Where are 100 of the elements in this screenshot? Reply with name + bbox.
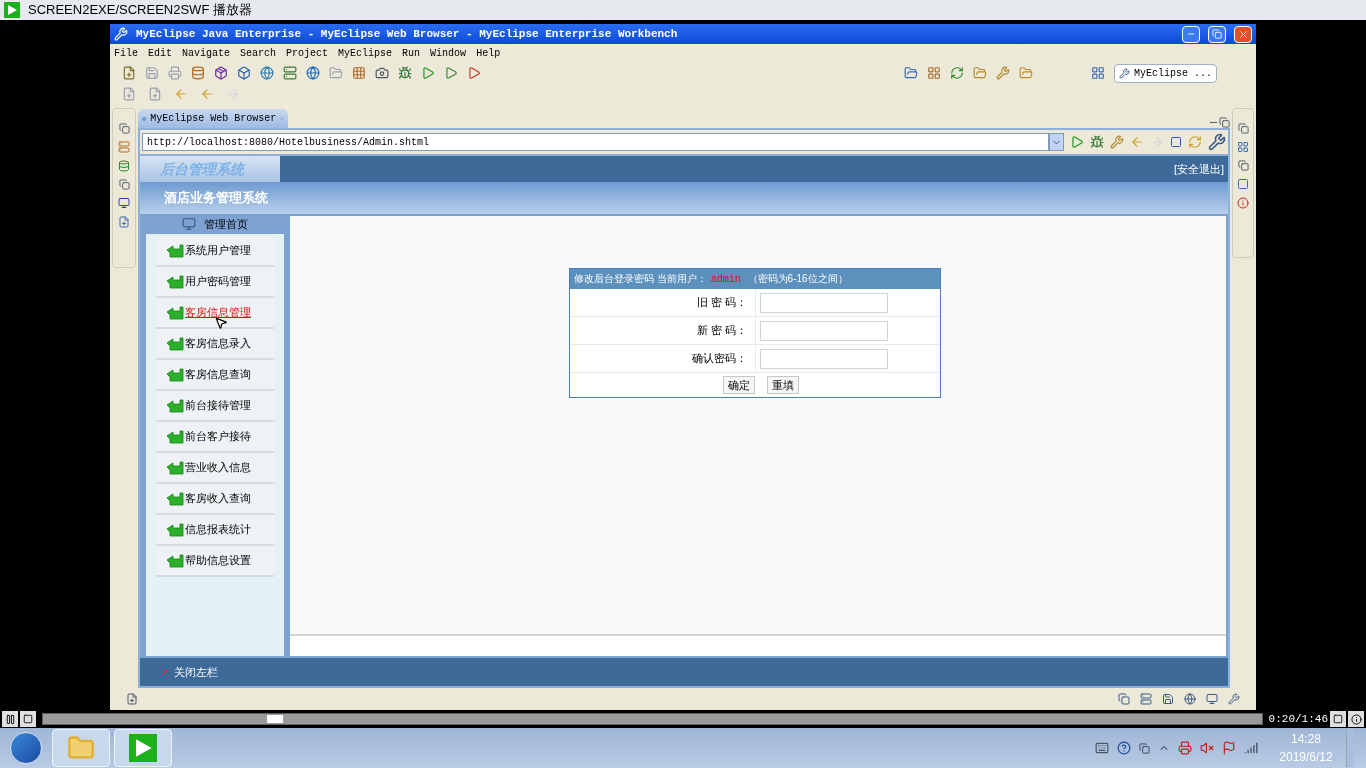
nav-item[interactable]: 系统用户管理: [156, 236, 274, 267]
monitor-icon[interactable]: [118, 197, 130, 209]
menu-item[interactable]: Help: [476, 45, 501, 61]
run-icon[interactable]: [421, 66, 435, 80]
menu-item[interactable]: Window: [430, 45, 467, 61]
menu-item[interactable]: Edit: [148, 45, 173, 61]
dropdown-button[interactable]: [1049, 133, 1064, 151]
maximize-icon[interactable]: [1219, 117, 1230, 128]
nav-item[interactable]: 前台客户接待: [156, 422, 274, 453]
nav-item[interactable]: 前台接待管理: [156, 391, 274, 422]
minimize-button[interactable]: [1182, 25, 1200, 43]
menu-item[interactable]: Run: [402, 45, 421, 61]
restore-icon[interactable]: [1118, 693, 1130, 705]
window-icon[interactable]: [1139, 742, 1150, 754]
file-icon[interactable]: [148, 87, 162, 101]
restore-icon[interactable]: [1237, 160, 1249, 171]
settings-icon[interactable]: [1208, 133, 1226, 151]
error-icon[interactable]: [1237, 197, 1249, 209]
refresh-icon[interactable]: [1188, 135, 1202, 149]
form-button[interactable]: 确定: [723, 376, 755, 394]
progress-thumb[interactable]: [266, 715, 283, 723]
grid-icon[interactable]: [927, 66, 941, 80]
new-file-icon[interactable]: [122, 66, 136, 80]
file-icon[interactable]: [118, 216, 130, 228]
menu-item[interactable]: Project: [286, 45, 329, 61]
address-field[interactable]: http://localhost:8080/Hotelbusiness/Admin.shtml: [142, 133, 1049, 151]
nav-item[interactable]: 客房信息录入: [156, 329, 274, 360]
menu-item[interactable]: Navigate: [182, 45, 231, 61]
info-button[interactable]: [1348, 711, 1364, 727]
tree-icon[interactable]: [118, 160, 130, 172]
hierarchy-icon[interactable]: [1140, 693, 1152, 705]
nav-item[interactable]: 用户密码管理: [156, 267, 274, 298]
back-icon[interactable]: [200, 87, 214, 101]
save-icon[interactable]: [1162, 693, 1174, 705]
logout-link[interactable]: [安全退出]: [1173, 160, 1224, 178]
go-icon[interactable]: [1070, 135, 1084, 149]
restore-icon[interactable]: [1237, 123, 1249, 134]
tool-icon[interactable]: [1228, 693, 1240, 705]
camera-icon[interactable]: [375, 66, 389, 80]
password-field[interactable]: [760, 348, 888, 369]
mute-icon[interactable]: [1200, 741, 1214, 755]
flag-icon[interactable]: [1222, 741, 1236, 755]
back-icon[interactable]: [1130, 135, 1144, 149]
refresh-icon[interactable]: [950, 66, 964, 80]
fullscreen-button[interactable]: [1330, 711, 1346, 727]
keyboard-icon[interactable]: [1095, 741, 1109, 755]
restore-icon[interactable]: [118, 179, 130, 190]
grid-icon[interactable]: [352, 66, 366, 80]
nav-item[interactable]: 客房信息管理: [156, 298, 274, 329]
print-icon[interactable]: [168, 66, 182, 80]
grid-icon[interactable]: [1091, 66, 1105, 80]
form-button[interactable]: 重填: [767, 376, 799, 394]
editor-tab[interactable]: MyEclipse Web Browser: [138, 109, 288, 128]
server-icon[interactable]: [283, 66, 297, 80]
wrench-icon[interactable]: [996, 66, 1010, 80]
bug-icon[interactable]: [398, 66, 412, 80]
run-icon[interactable]: [444, 66, 458, 80]
run-icon[interactable]: [467, 66, 481, 80]
nav-item[interactable]: 信息报表统计: [156, 515, 274, 546]
help-icon[interactable]: [1117, 741, 1131, 755]
file-icon[interactable]: [122, 87, 136, 101]
printer-icon[interactable]: [1178, 741, 1192, 755]
package-icon[interactable]: [214, 66, 228, 80]
nav-item[interactable]: 客房信息查询: [156, 360, 274, 391]
folder-icon[interactable]: [904, 66, 918, 80]
folder-icon[interactable]: [973, 66, 987, 80]
cube-icon[interactable]: [237, 66, 251, 80]
hierarchy-icon[interactable]: [118, 141, 130, 153]
nav-item[interactable]: 帮助信息设置: [156, 546, 274, 577]
stop-button[interactable]: [20, 711, 36, 727]
home-label[interactable]: 管理首页: [204, 215, 248, 233]
restore-icon[interactable]: [118, 123, 130, 134]
progress-track[interactable]: [42, 713, 1263, 725]
password-field[interactable]: [760, 292, 888, 313]
new-file-icon[interactable]: [126, 693, 138, 705]
nav-item[interactable]: 客房收入查询: [156, 484, 274, 515]
tool-icon[interactable]: [1110, 135, 1124, 149]
menu-item[interactable]: File: [114, 45, 138, 61]
pause-button[interactable]: [2, 711, 18, 727]
globe-icon[interactable]: [306, 66, 320, 80]
globe-icon[interactable]: [1184, 693, 1196, 705]
menu-item[interactable]: Search: [240, 45, 277, 61]
database-icon[interactable]: [191, 66, 205, 80]
password-field[interactable]: [760, 320, 888, 341]
folder-icon[interactable]: [1019, 66, 1033, 80]
monitor-icon[interactable]: [1206, 693, 1218, 705]
close-button[interactable]: [1234, 25, 1252, 43]
nav-item[interactable]: 营业收入信息: [156, 453, 274, 484]
close-sidebar-link[interactable]: 关闭左栏: [174, 663, 218, 681]
taskbar-app[interactable]: [114, 729, 172, 767]
outline-icon[interactable]: [1237, 141, 1249, 153]
folder-icon[interactable]: [329, 66, 343, 80]
perspective-button[interactable]: MyEclipse ...: [1114, 63, 1217, 83]
menu-item[interactable]: MyEclipse: [338, 45, 393, 61]
taskbar-app[interactable]: [52, 729, 110, 767]
back-icon[interactable]: [174, 87, 188, 101]
panel-icon[interactable]: [1237, 178, 1249, 190]
stop-icon[interactable]: [1170, 136, 1182, 148]
signal-icon[interactable]: [1244, 741, 1258, 755]
restore-button[interactable]: [1208, 25, 1226, 43]
